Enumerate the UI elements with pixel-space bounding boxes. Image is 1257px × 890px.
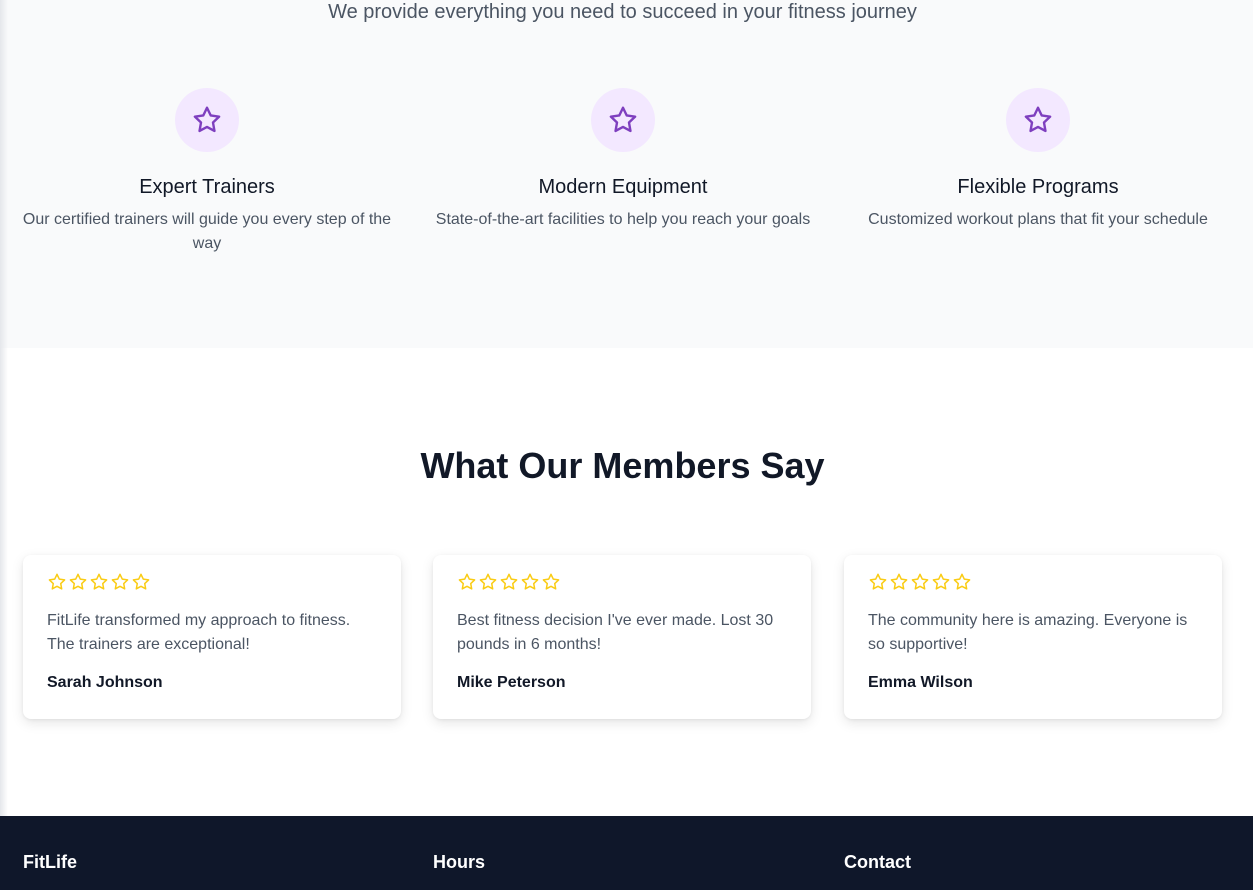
page-edge <box>1253 0 1257 890</box>
testimonials-heading: What Our Members Say <box>420 445 825 486</box>
star-icon <box>953 573 971 590</box>
star-icon <box>1006 88 1070 152</box>
testimonial-card: Best fitness decision I've ever made. Lo… <box>433 555 811 719</box>
footer-brand: FitLife <box>23 852 77 872</box>
feature-modern-equipment: Modern Equipment State-of-the-art facili… <box>433 88 813 232</box>
testimonial-quote: Best fitness decision I've ever made. Lo… <box>457 612 774 653</box>
feature-description: Customized workout plans that fit your s… <box>868 211 1208 228</box>
testimonial-quote: FitLife transformed my approach to fitne… <box>47 612 351 653</box>
testimonial-author: Sarah Johnson <box>47 674 163 691</box>
feature-description: Our certified trainers will guide you ev… <box>22 211 392 252</box>
star-rating <box>457 571 787 593</box>
star-icon <box>911 573 929 590</box>
footer-contact-heading: Contact <box>844 852 911 872</box>
star-icon <box>479 573 497 590</box>
star-icon <box>111 573 129 590</box>
star-icon <box>521 573 539 590</box>
star-icon <box>175 88 239 152</box>
star-icon <box>591 88 655 152</box>
feature-title: Flexible Programs <box>957 176 1119 198</box>
features-subtitle: We provide everything you need to succee… <box>328 1 917 23</box>
star-icon <box>932 573 950 590</box>
star-icon <box>542 573 560 590</box>
testimonial-card: FitLife transformed my approach to fitne… <box>23 555 401 719</box>
star-icon <box>458 573 476 590</box>
star-icon <box>869 573 887 590</box>
testimonial-quote: The community here is amazing. Everyone … <box>868 612 1188 653</box>
star-icon <box>890 573 908 590</box>
footer-hours-heading: Hours <box>433 852 486 872</box>
testimonial-card: The community here is amazing. Everyone … <box>844 555 1222 719</box>
feature-title: Modern Equipment <box>538 176 708 198</box>
feature-expert-trainers: Expert Trainers Our certified trainers w… <box>17 88 397 256</box>
testimonial-author: Mike Peterson <box>457 674 566 691</box>
site-footer: FitLife Hours Contact <box>0 816 1253 890</box>
star-icon <box>69 573 87 590</box>
star-icon <box>132 573 150 590</box>
testimonial-author: Emma Wilson <box>868 674 973 691</box>
feature-description: State-of-the-art facilities to help you … <box>435 211 811 228</box>
star-rating <box>47 571 377 593</box>
feature-title: Expert Trainers <box>139 176 275 198</box>
star-rating <box>868 571 1198 593</box>
feature-flexible-programs: Flexible Programs Customized workout pla… <box>848 88 1228 232</box>
star-icon <box>90 573 108 590</box>
features-section: We provide everything you need to succee… <box>0 0 1257 348</box>
star-icon <box>48 573 66 590</box>
page-edge-shadow <box>0 0 8 816</box>
star-icon <box>500 573 518 590</box>
